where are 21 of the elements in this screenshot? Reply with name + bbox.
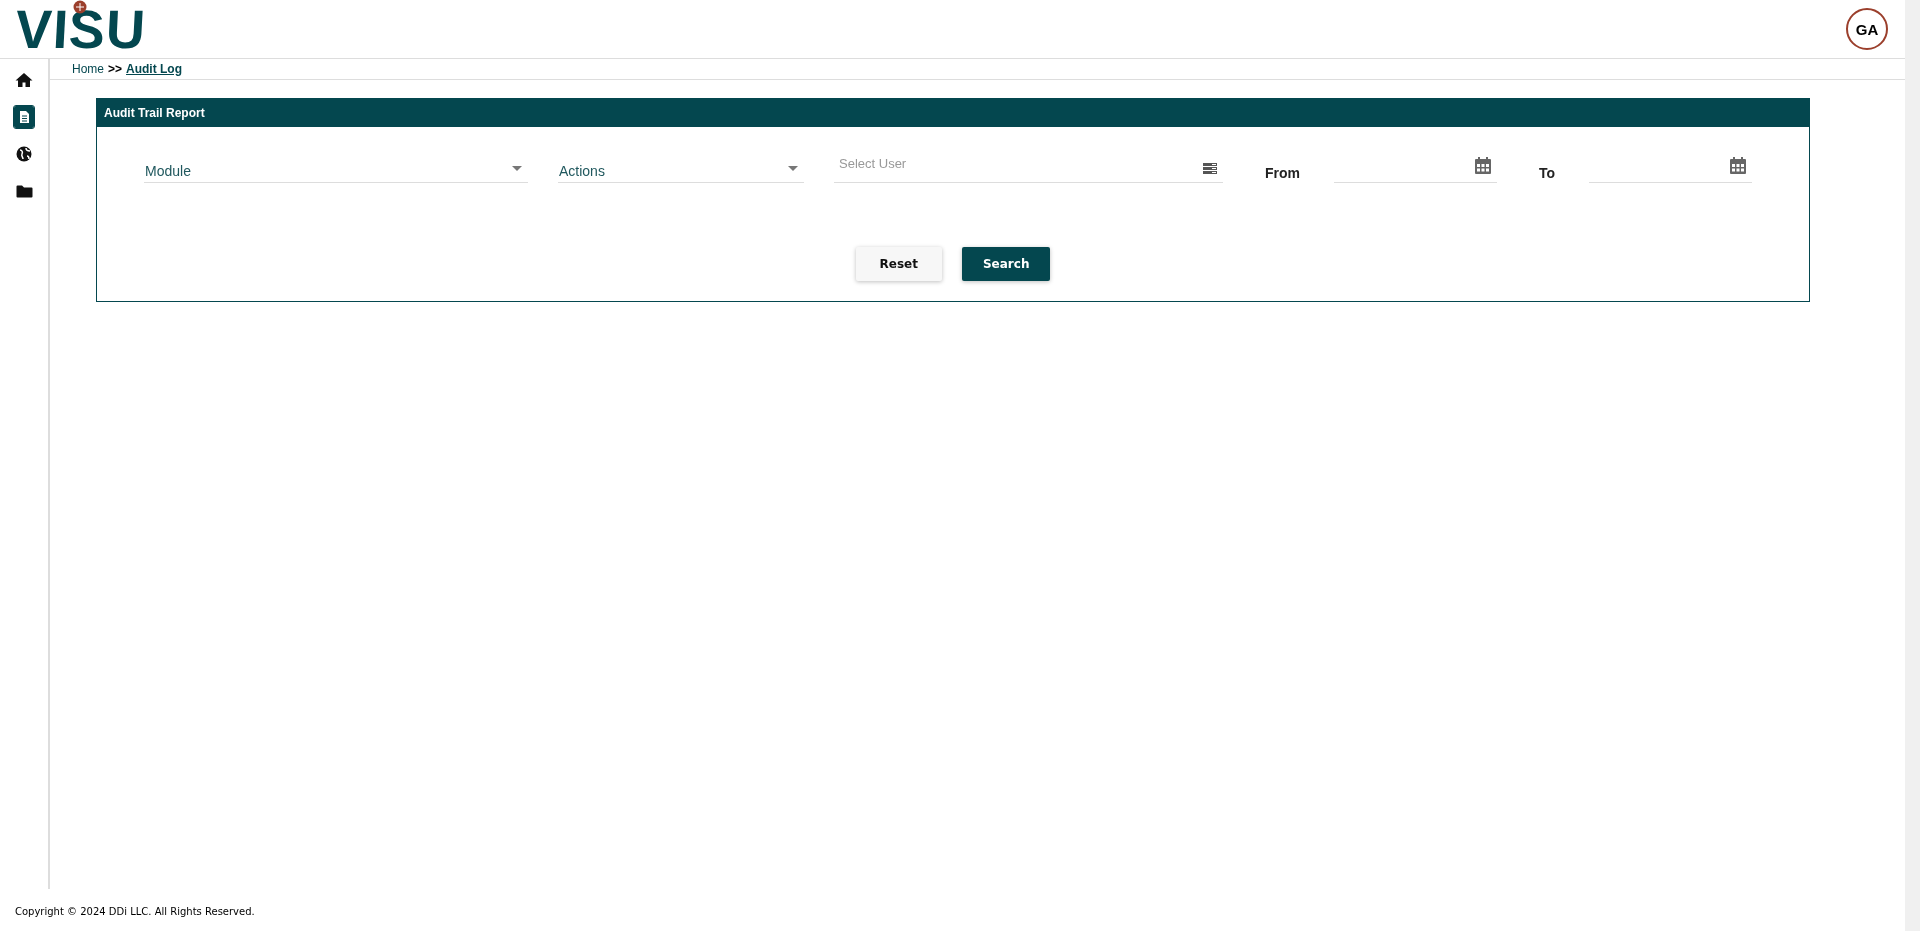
date-field[interactable] (1589, 154, 1753, 183)
caret-icon (512, 165, 522, 171)
dropdown-field[interactable]: Module (144, 154, 528, 183)
copyright-text: Copyright © 2024 DDi LLC. All Rights Reserved. (14, 906, 256, 919)
calendar-icon (1475, 156, 1491, 174)
breadcrumb-home-link[interactable]: Home (72, 62, 104, 76)
breadcrumb-separator: >> (108, 62, 123, 76)
calendar-icon (1730, 156, 1747, 174)
user-avatar[interactable]: GA (1846, 8, 1888, 50)
reset-button[interactable]: Reset (855, 247, 942, 281)
date-label: To (1539, 165, 1556, 183)
date-label: From (1265, 165, 1300, 183)
logo: VISU (15, 0, 146, 60)
dropdown-field[interactable]: Actions (558, 154, 804, 183)
caret-icon (788, 165, 798, 171)
date-field[interactable] (1334, 154, 1497, 183)
document-icon[interactable] (14, 106, 34, 128)
search-button[interactable]: Search (961, 247, 1051, 281)
card-title: Audit Trail Report (97, 99, 1809, 127)
breadcrumb-current-link[interactable]: Audit Log (126, 62, 182, 76)
list-icon (1203, 162, 1217, 174)
